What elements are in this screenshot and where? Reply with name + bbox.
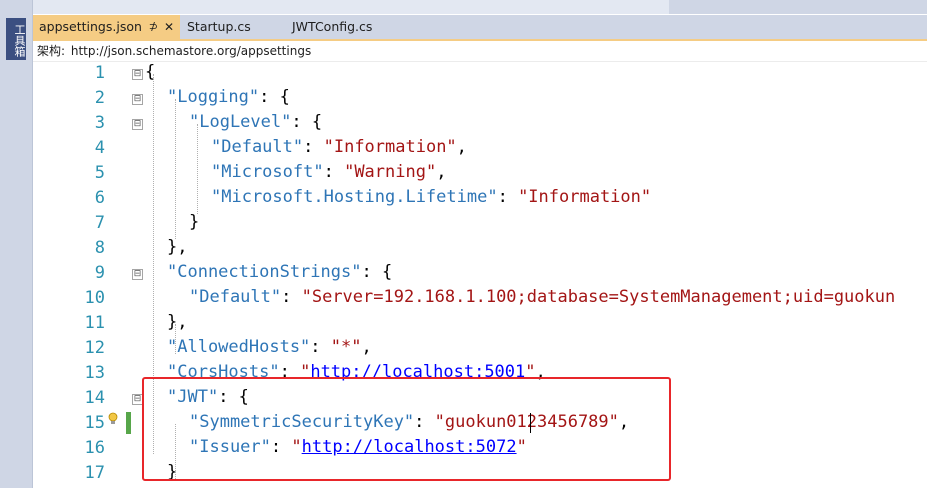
schema-bar: 架构: http://json.schemastore.org/appsetti… (33, 41, 927, 62)
code-line[interactable]: }, (167, 237, 187, 257)
code-line[interactable]: "Microsoft": "Warning", (211, 162, 446, 182)
schema-url[interactable]: http://json.schemastore.org/appsettings (71, 44, 311, 58)
line-number: 17 (84, 463, 105, 483)
code-token: "Default" (189, 287, 282, 307)
line-number: 11 (84, 313, 105, 333)
code-token: "ConnectionStrings" (167, 262, 362, 282)
code-line[interactable]: "LogLevel": { (189, 112, 322, 132)
tab-label: appsettings.json (39, 19, 142, 34)
tab-startup-cs[interactable]: Startup.cs (181, 15, 285, 39)
code-token: : { (291, 112, 323, 132)
code-token: : (497, 187, 519, 207)
line-number: 4 (94, 138, 105, 158)
indent-guide (175, 324, 176, 354)
code-token: }, (167, 312, 188, 332)
code-token: "Microsoft" (211, 162, 324, 182)
code-line[interactable]: }, (167, 312, 187, 332)
indent-guide (197, 124, 198, 214)
code-line[interactable]: "AllowedHosts": "*", (167, 337, 372, 357)
code-token: "AllowedHosts" (167, 337, 311, 357)
line-number: 5 (94, 163, 105, 183)
fold-toggle-icon[interactable]: ⊟ (132, 69, 143, 80)
line-number: 3 (94, 113, 105, 133)
line-number: 12 (84, 338, 105, 358)
tab-appsettings-json[interactable]: appsettings.json ⊅ ✕ (33, 15, 180, 39)
highlight-box (142, 377, 671, 481)
code-token: , (361, 337, 372, 357)
code-token: "Logging" (167, 87, 260, 107)
line-number: 14 (84, 388, 105, 408)
code-token: "Information" (323, 137, 457, 157)
tab-label: Startup.cs (187, 19, 251, 34)
changed-line-marker (126, 412, 131, 434)
code-line[interactable]: } (189, 212, 199, 232)
top-strip (33, 0, 927, 14)
pin-icon[interactable]: ⊅ (149, 15, 158, 39)
code-token: : (281, 287, 302, 307)
tab-jwtconfig-cs[interactable]: JWTConfig.cs (286, 15, 416, 39)
code-token: "Default" (211, 137, 304, 157)
line-number: 2 (94, 88, 105, 108)
line-number: 13 (84, 363, 105, 383)
code-token: : (303, 137, 324, 157)
code-token: } (189, 212, 200, 232)
code-token: "Information" (518, 187, 652, 207)
line-number: 9 (94, 263, 105, 283)
code-token: : { (259, 87, 290, 107)
code-line[interactable]: "ConnectionStrings": { (167, 262, 392, 282)
line-number: 15 (84, 413, 105, 433)
code-token: , (456, 137, 467, 157)
lightbulb-icon[interactable] (108, 411, 118, 425)
toolbox-tab[interactable]: 工具箱 (6, 18, 26, 60)
line-number: 1 (94, 63, 105, 83)
toolbox-sidebar: 工具箱 (0, 0, 33, 488)
line-number: 8 (94, 238, 105, 258)
document-tab-bar: appsettings.json ⊅ ✕ Startup.cs JWTConfi… (33, 15, 927, 41)
code-token: : { (361, 262, 393, 282)
line-number: 16 (84, 438, 105, 458)
code-line[interactable]: "Default": "Server=192.168.1.100;databas… (189, 287, 895, 307)
indent-guide (175, 99, 176, 239)
fold-toggle-icon[interactable]: ⊟ (132, 119, 143, 130)
code-token: : (310, 337, 331, 357)
code-token: "Warning" (344, 162, 437, 182)
tab-label: JWTConfig.cs (292, 19, 373, 34)
code-line[interactable]: "Microsoft.Hosting.Lifetime": "Informati… (211, 187, 651, 207)
line-number: 7 (94, 213, 105, 233)
fold-toggle-icon[interactable]: ⊟ (132, 94, 143, 105)
code-line[interactable]: "Default": "Information", (211, 137, 467, 157)
code-token: }, (167, 237, 188, 257)
schema-label: 架构: (37, 44, 66, 58)
code-token: : (323, 162, 345, 182)
line-number: 6 (94, 188, 105, 208)
code-token: "Microsoft.Hosting.Lifetime" (211, 187, 498, 207)
code-token: "LogLevel" (189, 112, 292, 132)
code-token: "*" (330, 337, 362, 357)
code-token: "Server=192.168.1.100;database=SystemMan… (301, 287, 896, 307)
close-icon[interactable]: ✕ (164, 15, 174, 39)
code-line[interactable]: "Logging": { (167, 87, 290, 107)
line-number: 10 (84, 288, 105, 308)
code-token: , (436, 162, 447, 182)
fold-toggle-icon[interactable]: ⊟ (132, 269, 143, 280)
